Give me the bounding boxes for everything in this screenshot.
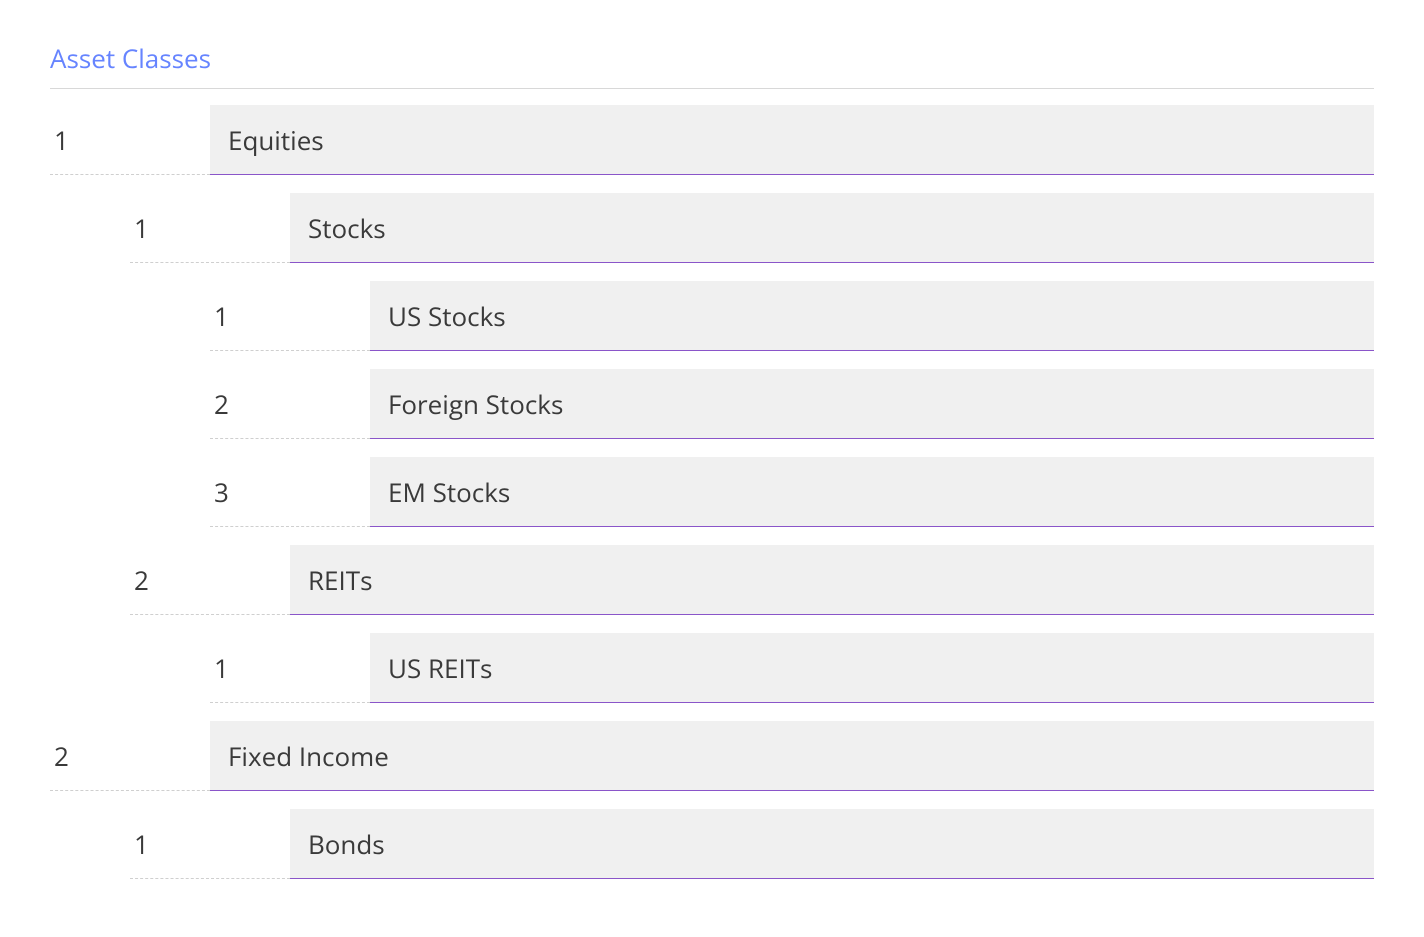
tree-node-label: US REITs (370, 633, 1374, 703)
tree-row[interactable]: 1 Bonds (50, 809, 1374, 879)
indent-spacer (130, 281, 210, 351)
tree-row[interactable]: 2 Fixed Income (50, 721, 1374, 791)
tree-node-number: 3 (210, 457, 370, 527)
tree-node: 2 Foreign Stocks (50, 369, 1374, 439)
tree-node: 3 EM Stocks (50, 457, 1374, 527)
tree-row[interactable]: 1 Stocks (50, 193, 1374, 263)
tree-node: 2 REITs 1 US REITs (50, 545, 1374, 703)
tree-node-number: 2 (210, 369, 370, 439)
tree-row[interactable]: 1 US REITs (50, 633, 1374, 703)
section-title: Asset Classes (50, 40, 1374, 89)
indent-spacer (130, 457, 210, 527)
tree-row[interactable]: 2 Foreign Stocks (50, 369, 1374, 439)
tree-node-label: REITs (290, 545, 1374, 615)
tree-node: 1 US REITs (50, 633, 1374, 703)
tree-node-number: 1 (50, 105, 210, 175)
tree-node-number: 1 (130, 809, 290, 879)
tree-node-number: 1 (130, 193, 290, 263)
tree-node-number: 2 (130, 545, 290, 615)
asset-class-tree: 1 Equities 1 Stocks (50, 105, 1374, 879)
tree-node-number: 2 (50, 721, 210, 791)
tree-row[interactable]: 2 REITs (50, 545, 1374, 615)
tree-node-label: Stocks (290, 193, 1374, 263)
indent-spacer (130, 369, 210, 439)
tree-row[interactable]: 3 EM Stocks (50, 457, 1374, 527)
tree-node-label: Fixed Income (210, 721, 1374, 791)
tree-node: 1 Stocks 1 US Stocks (50, 193, 1374, 527)
indent-spacer (50, 457, 130, 527)
tree-node: 1 Bonds (50, 809, 1374, 879)
indent-spacer (50, 545, 130, 615)
tree-node-label: Equities (210, 105, 1374, 175)
tree-node-number: 1 (210, 281, 370, 351)
tree-node-label: EM Stocks (370, 457, 1374, 527)
indent-spacer (50, 281, 130, 351)
indent-spacer (50, 369, 130, 439)
indent-spacer (130, 633, 210, 703)
tree-node-label: Bonds (290, 809, 1374, 879)
tree-row[interactable]: 1 Equities (50, 105, 1374, 175)
indent-spacer (50, 633, 130, 703)
tree-node-number: 1 (210, 633, 370, 703)
indent-spacer (50, 809, 130, 879)
tree-node: 2 Fixed Income 1 Bonds (50, 721, 1374, 879)
tree-node: 1 US Stocks (50, 281, 1374, 351)
indent-spacer (50, 193, 130, 263)
tree-node: 1 Equities 1 Stocks (50, 105, 1374, 703)
asset-classes-section: Asset Classes 1 Equities 1 Stocks (50, 40, 1374, 879)
tree-node-label: Foreign Stocks (370, 369, 1374, 439)
tree-node-label: US Stocks (370, 281, 1374, 351)
tree-row[interactable]: 1 US Stocks (50, 281, 1374, 351)
